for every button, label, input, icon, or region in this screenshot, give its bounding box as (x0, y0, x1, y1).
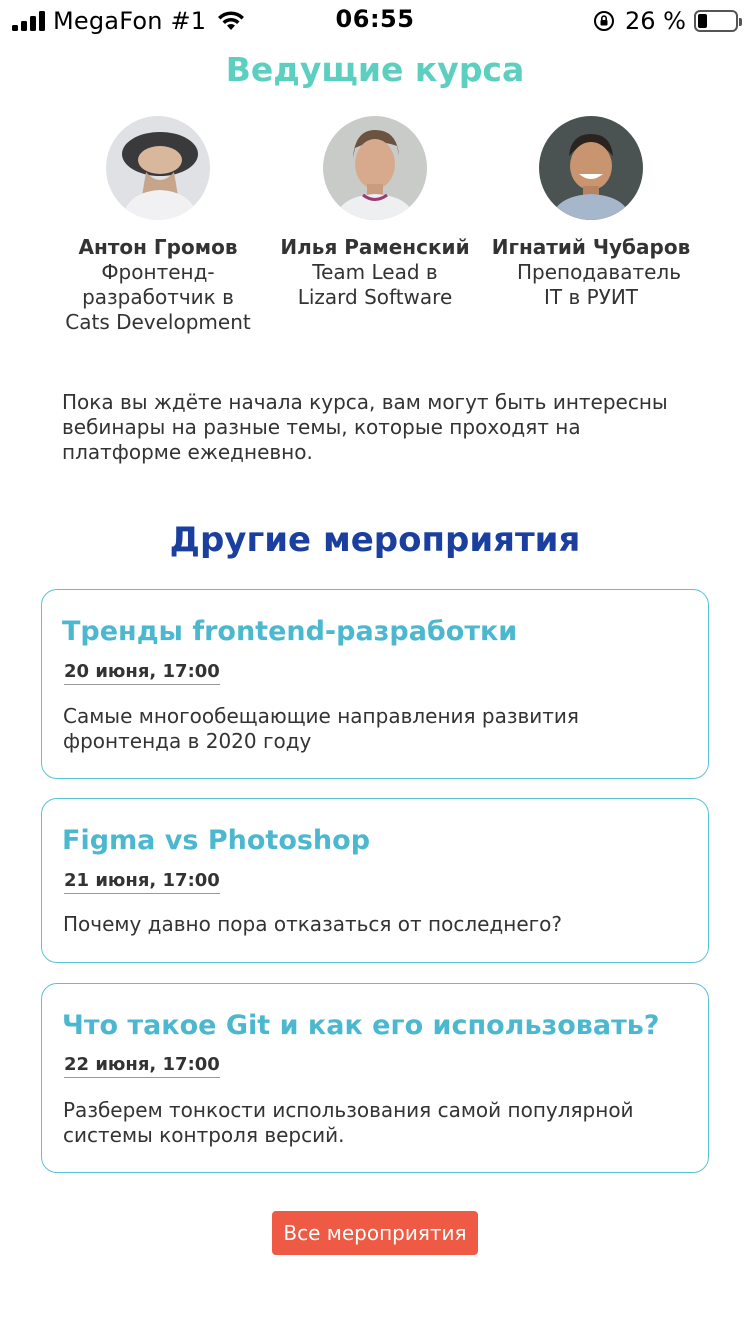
leader-name: Антон Громов (78, 235, 238, 259)
event-card[interactable]: Что такое Git и как его использовать? 22… (41, 983, 709, 1173)
status-bar: MegaFon #1 06:55 26 % (0, 0, 750, 42)
all-events-button[interactable]: Все мероприятия (272, 1211, 478, 1255)
leader-name: Игнатий Чубаров (491, 235, 691, 259)
leader-card: Илья Раменский Team Lead в Lizard Softwa… (265, 116, 485, 310)
avatar (539, 116, 643, 220)
event-title[interactable]: Figma vs Photoshop (62, 825, 370, 856)
status-right: 26 % (593, 6, 742, 36)
avatar (323, 116, 427, 220)
leader-role: Фронтенд-разработчик в Cats Development (65, 260, 251, 334)
battery-percent: 26 % (625, 7, 686, 35)
event-date[interactable]: 21 июня, 17:00 (64, 870, 220, 894)
leader-role: Team Lead в Lizard Software (297, 260, 453, 309)
leaders-title: Ведущие курса (225, 50, 525, 89)
event-date[interactable]: 22 июня, 17:00 (64, 1054, 220, 1078)
battery-icon (694, 10, 742, 32)
leader-name: Илья Раменский (280, 235, 470, 259)
avatar (106, 116, 210, 220)
event-date[interactable]: 20 июня, 17:00 (64, 661, 220, 685)
event-description: Самые многообещающие направления развити… (63, 704, 579, 753)
intro-text: Пока вы ждёте начала курса, вам могут бы… (62, 390, 668, 464)
leader-card: Антон Громов Фронтенд-разработчик в Cats… (48, 116, 268, 335)
battery-fill (698, 14, 708, 28)
orientation-lock-icon (594, 11, 615, 31)
event-description: Разберем тонкости использования самой по… (63, 1098, 634, 1147)
leader-card: Игнатий Чубаров Преподаватель IT в РУИТ (481, 116, 701, 310)
event-card[interactable]: Тренды frontend-разработки 20 июня, 17:0… (41, 589, 709, 779)
event-title[interactable]: Что такое Git и как его использовать? (62, 1010, 659, 1041)
leader-role: Преподаватель IT в РУИТ (517, 260, 682, 309)
event-title[interactable]: Тренды frontend-разработки (62, 616, 517, 647)
events-title: Другие мероприятия (169, 520, 581, 560)
event-description: Почему давно пора отказаться от последне… (63, 912, 562, 936)
event-card[interactable]: Figma vs Photoshop 21 июня, 17:00 Почему… (41, 798, 709, 963)
